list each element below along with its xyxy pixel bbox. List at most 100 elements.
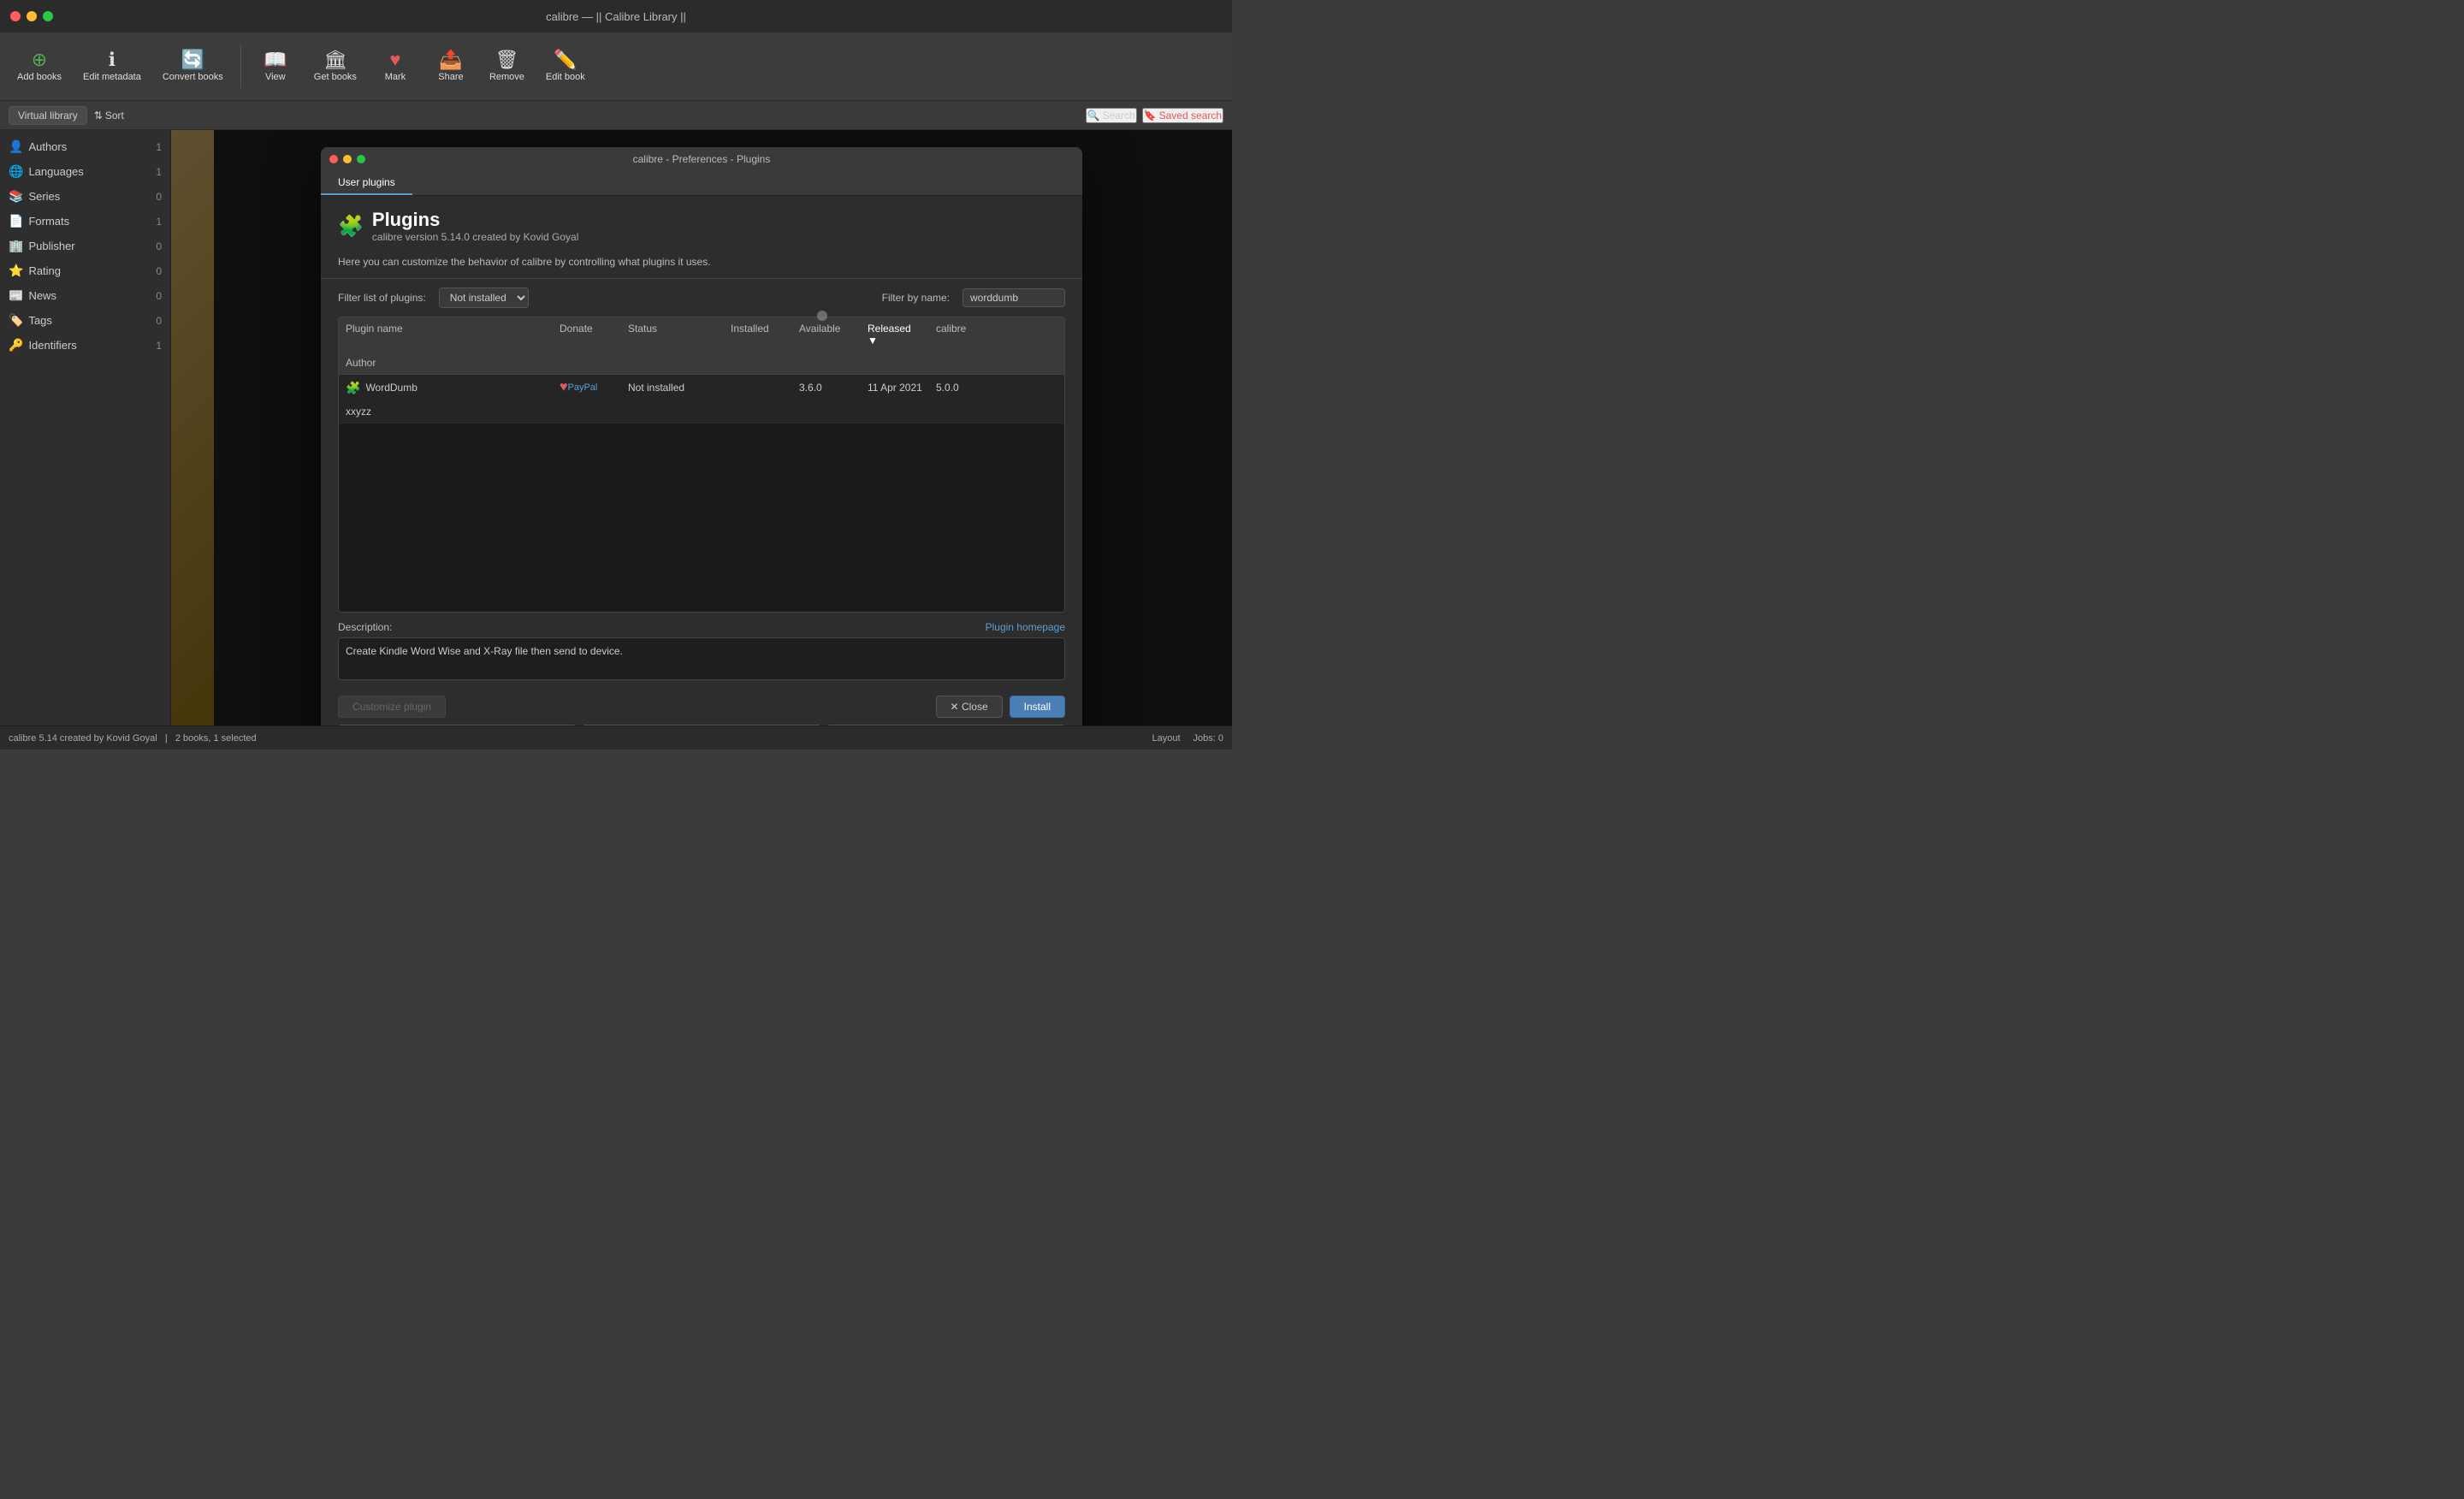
sidebar-item-identifiers[interactable]: 🔑 Identifiers 1 xyxy=(0,333,170,358)
plugin-header-title: Plugins xyxy=(372,209,578,231)
desc-header: Description: Plugin homepage xyxy=(338,621,1065,633)
th-plugin-name[interactable]: Plugin name xyxy=(339,317,553,352)
mark-label: Mark xyxy=(385,72,406,82)
th-author[interactable]: Author xyxy=(339,352,553,374)
modal-overlay: calibre - Preferences - Plugins User plu… xyxy=(171,130,1232,726)
filter-name-label: Filter by name: xyxy=(882,292,950,304)
tab-user-plugins[interactable]: User plugins xyxy=(321,171,412,195)
share-button[interactable]: 📤 Share xyxy=(425,45,477,87)
plugin-header-subtitle: calibre version 5.14.0 created by Kovid … xyxy=(372,231,578,243)
view-icon: 📖 xyxy=(264,50,287,69)
dialog-titlebar: calibre - Preferences - Plugins xyxy=(321,147,1082,171)
filter-list-label: Filter list of plugins: xyxy=(338,292,426,304)
mark-button[interactable]: ♥ Mark xyxy=(370,45,421,87)
get-books-button[interactable]: 🏛 Get books xyxy=(305,45,365,87)
book-list-area: calibre - Preferences - Plugins User plu… xyxy=(171,130,1232,726)
install-button[interactable]: Install xyxy=(1010,696,1065,718)
convert-books-icon: 🔄 xyxy=(181,50,204,69)
sidebar-item-series[interactable]: 📚 Series 0 xyxy=(0,184,170,209)
view-button[interactable]: 📖 View xyxy=(250,45,301,87)
authors-icon: 👤 xyxy=(9,139,23,154)
tags-icon: 🏷️ xyxy=(9,313,23,328)
edit-metadata-label: Edit metadata xyxy=(83,72,141,82)
plugin-row-icon: 🧩 xyxy=(346,381,360,395)
view-label: View xyxy=(265,72,286,82)
plugin-homepage-link[interactable]: Plugin homepage xyxy=(986,621,1065,633)
th-donate[interactable]: Donate xyxy=(553,317,621,352)
edit-book-button[interactable]: ✏️ Edit book xyxy=(537,45,594,87)
series-icon: 📚 xyxy=(9,189,23,204)
plugin-header-icon: 🧩 xyxy=(338,214,364,239)
customize-plugin-disabled-button: Customize plugin xyxy=(338,696,446,718)
dialog-close-btn[interactable] xyxy=(329,155,338,163)
share-icon: 📤 xyxy=(439,50,462,69)
share-label: Share xyxy=(438,72,463,82)
donate-heart-icon: ♥ xyxy=(560,380,568,395)
status-text: calibre 5.14 created by Kovid Goyal | 2 … xyxy=(9,733,257,744)
dialog-min-btn[interactable] xyxy=(343,155,352,163)
plugin-table: Plugin name Donate Status Installed Avai… xyxy=(338,317,1065,613)
news-icon: 📰 xyxy=(9,288,23,303)
edit-book-label: Edit book xyxy=(546,72,585,82)
dialog-action-row: Customize plugin ✕ Close Install xyxy=(321,689,1082,725)
edit-metadata-button[interactable]: ℹ Edit metadata xyxy=(74,45,150,87)
identifiers-icon: 🔑 xyxy=(9,338,23,353)
languages-icon: 🌐 xyxy=(9,164,23,179)
edit-metadata-icon: ℹ xyxy=(109,50,116,69)
description-section: Description: Plugin homepage Create Kind… xyxy=(321,613,1082,689)
title-bar: calibre — || Calibre Library || xyxy=(0,0,1232,33)
mark-icon: ♥ xyxy=(389,50,400,69)
close-window-btn[interactable] xyxy=(10,11,21,21)
sidebar-item-languages[interactable]: 🌐 Languages 1 xyxy=(0,159,170,184)
sort-button[interactable]: ⇅ Sort xyxy=(94,110,124,121)
remove-icon: 🗑 xyxy=(495,50,518,69)
add-books-label: Add books xyxy=(17,72,62,82)
desc-textarea[interactable]: Create Kindle Word Wise and X-Ray file t… xyxy=(338,637,1065,680)
filter-status-select[interactable]: Not installed xyxy=(439,287,529,308)
remove-label: Remove xyxy=(489,72,524,82)
minimize-window-btn[interactable] xyxy=(27,11,37,21)
paypal-text: PayPal xyxy=(568,382,598,393)
dialog-tab-bar: User plugins xyxy=(321,171,1082,196)
sidebar-item-publisher[interactable]: 🏢 Publisher 0 xyxy=(0,234,170,258)
sidebar-item-news[interactable]: 📰 News 0 xyxy=(0,283,170,308)
sidebar-item-tags[interactable]: 🏷️ Tags 0 xyxy=(0,308,170,333)
virtual-library-button[interactable]: Virtual library xyxy=(9,106,87,125)
plugin-table-empty xyxy=(339,424,1064,612)
sidebar-item-authors[interactable]: 👤 Authors 1 xyxy=(0,134,170,159)
convert-books-label: Convert books xyxy=(163,72,223,82)
table-row[interactable]: 🧩 WordDumb ♥ PayPal Not installed 3.6.0 xyxy=(339,375,1064,424)
rating-icon: ⭐ xyxy=(9,264,23,278)
filter-name-input[interactable] xyxy=(962,288,1065,307)
search-button[interactable]: 🔍 Search xyxy=(1086,108,1137,123)
add-books-icon: ⊕ xyxy=(32,50,47,69)
td-available: 3.6.0 xyxy=(792,375,861,400)
sidebar-item-formats[interactable]: 📄 Formats 1 xyxy=(0,209,170,234)
search-area: 🔍 Search 🔖 Saved search xyxy=(1086,108,1223,123)
th-released[interactable]: Released ▼ xyxy=(861,317,929,352)
saved-search-button[interactable]: 🔖 Saved search xyxy=(1142,108,1223,123)
th-status[interactable]: Status xyxy=(621,317,724,352)
th-installed[interactable]: Installed xyxy=(724,317,792,352)
th-calibre[interactable]: calibre xyxy=(929,317,998,352)
remove-button[interactable]: 🗑 Remove xyxy=(481,45,533,87)
main-layout: 👤 Authors 1 🌐 Languages 1 📚 Series 0 📄 F… xyxy=(0,130,1232,726)
bookmark-icon: 🔖 xyxy=(1144,110,1157,121)
status-right: Layout Jobs: 0 xyxy=(1152,733,1224,744)
plugin-description-line: Here you can customize the behavior of c… xyxy=(321,256,1082,279)
td-donate[interactable]: ♥ PayPal xyxy=(553,375,621,400)
get-books-label: Get books xyxy=(314,72,357,82)
maximize-window-btn[interactable] xyxy=(43,11,53,21)
secondary-bar: Virtual library ⇅ Sort 🔍 Search 🔖 Saved … xyxy=(0,101,1232,130)
add-books-button[interactable]: ⊕ Add books xyxy=(9,45,70,87)
convert-books-button[interactable]: 🔄 Convert books xyxy=(154,45,232,87)
td-calibre: 5.0.0 xyxy=(929,375,998,400)
layout-button[interactable]: Layout xyxy=(1152,733,1181,744)
get-books-icon: 🏛 xyxy=(323,50,347,69)
sidebar-item-rating[interactable]: ⭐ Rating 0 xyxy=(0,258,170,283)
th-available[interactable]: Available xyxy=(792,317,861,352)
dialog-max-btn[interactable] xyxy=(357,155,365,163)
close-button[interactable]: ✕ Close xyxy=(936,696,1003,718)
td-plugin-name: 🧩 WordDumb xyxy=(339,375,553,400)
plugins-dialog: calibre - Preferences - Plugins User plu… xyxy=(321,147,1082,726)
